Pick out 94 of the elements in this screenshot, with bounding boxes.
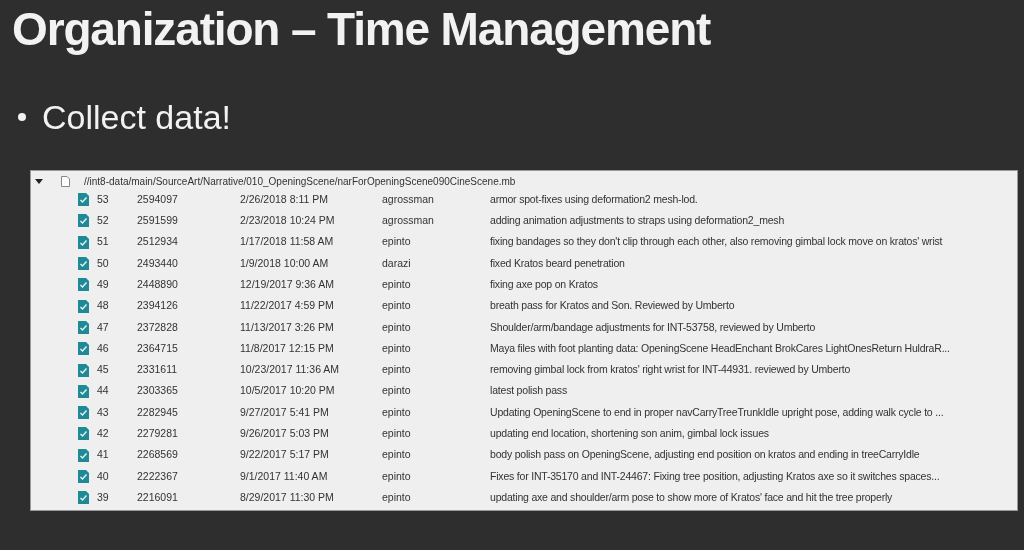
- date-time: 8/29/2017 11:30 PM: [240, 489, 335, 505]
- revision-icon: [78, 235, 89, 249]
- revision-number: 50: [97, 255, 110, 271]
- changelist-number: 2268569: [137, 447, 179, 463]
- revision-icon: [78, 342, 89, 356]
- revision-icon: [78, 448, 89, 462]
- revision-number: 43: [97, 404, 110, 420]
- revision-number: 39: [97, 489, 110, 505]
- user-name: epinto: [382, 426, 412, 442]
- change-description: updating end location, shortening son anim, gimbal lock issues: [490, 426, 769, 442]
- revision-number: 46: [97, 340, 110, 356]
- user-name: epinto: [382, 404, 412, 420]
- changelist-number: 2448890: [137, 276, 179, 292]
- change-description: body polish pass on OpeningScene, adjusting end position on kratos and ending in treeCarryIdle: [490, 447, 920, 463]
- user-name: epinto: [382, 319, 412, 335]
- file-icon: [61, 175, 70, 187]
- revision-number: 44: [97, 383, 110, 399]
- revision-icon: [78, 384, 89, 398]
- change-description: armor spot-fixes using deformation2 mesh-lod.: [490, 191, 698, 207]
- user-name: agrossman: [382, 213, 435, 229]
- changelist-number: 2364715: [137, 340, 179, 356]
- date-time: 11/22/2017 4:59 PM: [240, 298, 335, 314]
- change-description: Shoulder/arm/bandage adjustments for INT-53758, reviewed by Umberto: [490, 319, 816, 335]
- change-description: Fixes for INT-35170 and INT-24467: Fixing tree position, adjusting Kratos axe so it switches spaces...: [490, 468, 940, 484]
- revision-icon: [78, 320, 89, 334]
- revision-icon: [78, 193, 89, 207]
- revision-number: 40: [97, 468, 110, 484]
- date-time: 11/13/2017 3:26 PM: [240, 319, 335, 335]
- revision-number: 49: [97, 276, 110, 292]
- changelist-number: 2279281: [137, 426, 179, 442]
- date-time: 9/22/2017 5:17 PM: [240, 447, 330, 463]
- change-description: Updating OpeningScene to end in proper navCarryTreeTrunkIdle upright pose, adding walk cycle to ...: [490, 404, 944, 420]
- changelist-number: 2331611: [137, 362, 179, 378]
- changelist-number: 2222367: [137, 468, 179, 484]
- revision-number: 48: [97, 298, 110, 314]
- date-time: 9/1/2017 11:40 AM: [240, 468, 329, 484]
- changelist-number: 2216091: [137, 489, 179, 505]
- change-description: fixing axe pop on Kratos: [490, 276, 598, 292]
- revision-number: 41: [97, 447, 110, 463]
- file-path[interactable]: //int8-data/main/SourceArt/Narrative/010_OpeningScene/narForOpeningScene090CineScene.mb: [84, 173, 516, 189]
- revision-number: 47: [97, 319, 110, 335]
- changelist-number: 2394126: [137, 298, 179, 314]
- user-name: epinto: [382, 362, 412, 378]
- changelist-number: 2493440: [137, 255, 179, 271]
- changelist-number: 2594097: [137, 191, 179, 207]
- revision-icon: [78, 406, 89, 420]
- revision-number: 42: [97, 426, 110, 442]
- changelist-number: 2512934: [137, 234, 179, 250]
- change-description: breath pass for Kratos and Son. Reviewed by Umberto: [490, 298, 735, 314]
- date-time: 2/26/2018 8:11 PM: [240, 191, 329, 207]
- change-description: adding animation adjustments to straps using deformation2_mesh: [490, 213, 785, 229]
- user-name: epinto: [382, 447, 412, 463]
- changelist-number: 2372828: [137, 319, 179, 335]
- revision-number: 51: [97, 234, 110, 250]
- change-description: updating axe and shoulder/arm pose to show more of Kratos' face and hit the tree properly: [490, 489, 893, 505]
- change-description: Maya files with foot planting data: OpeningScene HeadEnchant BrokCares LightOnesReturn HuldraR...: [490, 340, 950, 356]
- date-time: 10/23/2017 11:36 AM: [240, 362, 341, 378]
- revision-icon: [78, 257, 89, 271]
- changelist-number: 2303365: [137, 383, 179, 399]
- revision-number: 45: [97, 362, 110, 378]
- date-time: 9/27/2017 5:41 PM: [240, 404, 330, 420]
- date-time: 2/23/2018 10:24 PM: [240, 213, 336, 229]
- revision-icon: [78, 278, 89, 292]
- revision-number: 53: [97, 191, 110, 207]
- bullet-text: Collect data!: [42, 100, 231, 134]
- user-name: epinto: [382, 234, 412, 250]
- date-time: 1/17/2018 11:58 AM: [240, 234, 335, 250]
- user-name: epinto: [382, 340, 412, 356]
- date-time: 10/5/2017 10:20 PM: [240, 383, 336, 399]
- change-description: latest polish pass: [490, 383, 567, 399]
- revision-number: 52: [97, 213, 110, 229]
- change-description: removing gimbal lock from kratos' right wrist for INT-44931. reviewed by Umberto: [490, 362, 851, 378]
- date-time: 1/9/2018 10:00 AM: [240, 255, 330, 271]
- revision-icon: [78, 363, 89, 377]
- revision-icon: [78, 491, 89, 505]
- revision-icon: [78, 470, 89, 483]
- user-name: epinto: [382, 298, 412, 314]
- changelist-number: 2591599: [137, 213, 179, 229]
- revision-icon: [78, 427, 89, 441]
- date-time: 11/8/2017 12:15 PM: [240, 340, 335, 356]
- change-description: fixing bandages so they don't clip through each other, also removing gimbal lock move on kratos' wrist: [490, 234, 943, 250]
- user-name: epinto: [382, 276, 412, 292]
- expand-toggle[interactable]: [35, 177, 45, 185]
- changelist-number: 2282945: [137, 404, 179, 420]
- user-name: epinto: [382, 383, 412, 399]
- date-time: 9/26/2017 5:03 PM: [240, 426, 330, 442]
- revision-icon: [78, 299, 89, 313]
- user-name: darazi: [382, 255, 412, 271]
- user-name: epinto: [382, 468, 412, 484]
- change-description: fixed Kratos beard penetration: [490, 255, 625, 271]
- revision-icon: [78, 214, 89, 228]
- user-name: epinto: [382, 489, 412, 505]
- date-time: 12/19/2017 9:36 AM: [240, 276, 335, 292]
- user-name: agrossman: [382, 191, 435, 207]
